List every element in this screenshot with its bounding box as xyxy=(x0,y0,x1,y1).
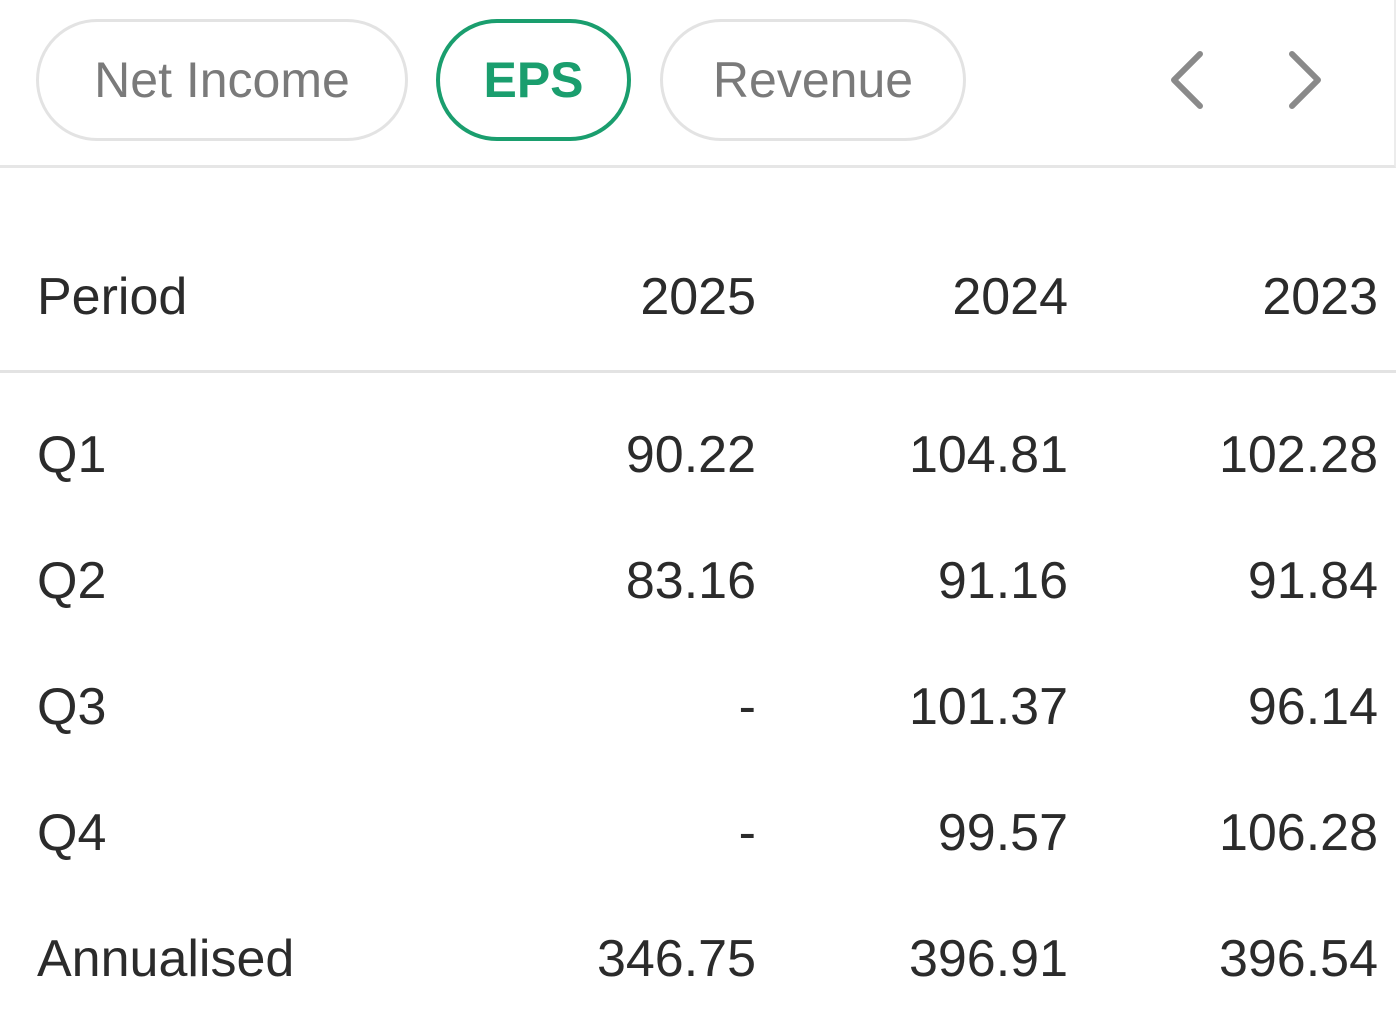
chevron-right-icon xyxy=(1289,51,1321,109)
tab-eps[interactable]: EPS xyxy=(436,19,631,141)
row-label: Q3 xyxy=(37,678,107,736)
table-row: Q4 - 99.57 106.28 xyxy=(0,770,1396,896)
table-row: Q3 - 101.37 96.14 xyxy=(0,644,1396,770)
value-cell: - xyxy=(738,804,756,862)
value-cell: 396.91 xyxy=(908,930,1068,988)
value-cell: 396.54 xyxy=(1218,930,1378,988)
row-label: Q4 xyxy=(37,804,107,862)
value-cell: 346.75 xyxy=(596,930,756,988)
tab-net-income[interactable]: Net Income xyxy=(36,19,408,141)
value-cell: 99.57 xyxy=(937,804,1068,862)
value-cell: 91.16 xyxy=(937,552,1068,610)
value-cell: 101.37 xyxy=(908,678,1068,736)
value-cell: 83.16 xyxy=(625,552,756,610)
table-row: Annualised 346.75 396.91 396.54 xyxy=(0,896,1396,1022)
row-label: Annualised xyxy=(37,930,295,988)
value-cell: - xyxy=(738,678,756,736)
row-label: Q2 xyxy=(37,552,107,610)
value-cell: 104.81 xyxy=(908,426,1068,484)
value-cell: 102.28 xyxy=(1218,426,1378,484)
table-header-row: Period 2025 2024 2023 xyxy=(0,234,1396,360)
next-button[interactable] xyxy=(1280,48,1330,112)
period-header: Period xyxy=(37,268,188,326)
value-cell: 91.84 xyxy=(1247,552,1378,610)
table-row: Q2 83.16 91.16 91.84 xyxy=(0,518,1396,644)
header-divider xyxy=(0,370,1396,373)
year-header-2024: 2024 xyxy=(952,268,1068,326)
value-cell: 90.22 xyxy=(625,426,756,484)
tab-revenue[interactable]: Revenue xyxy=(660,19,966,141)
tab-revenue-label: Revenue xyxy=(712,52,914,108)
chevron-left-icon xyxy=(1171,51,1203,109)
row-label: Q1 xyxy=(37,426,107,484)
prev-button[interactable] xyxy=(1162,48,1212,112)
year-header-2025: 2025 xyxy=(640,268,756,326)
tab-eps-label: EPS xyxy=(483,52,584,108)
year-header-2023: 2023 xyxy=(1262,268,1378,326)
table-row: Q1 90.22 104.81 102.28 xyxy=(0,392,1396,518)
metric-tabs-bar: Net Income EPS Revenue xyxy=(0,0,1396,168)
value-cell: 96.14 xyxy=(1247,678,1378,736)
tab-net-income-label: Net Income xyxy=(94,52,350,108)
value-cell: 106.28 xyxy=(1218,804,1378,862)
